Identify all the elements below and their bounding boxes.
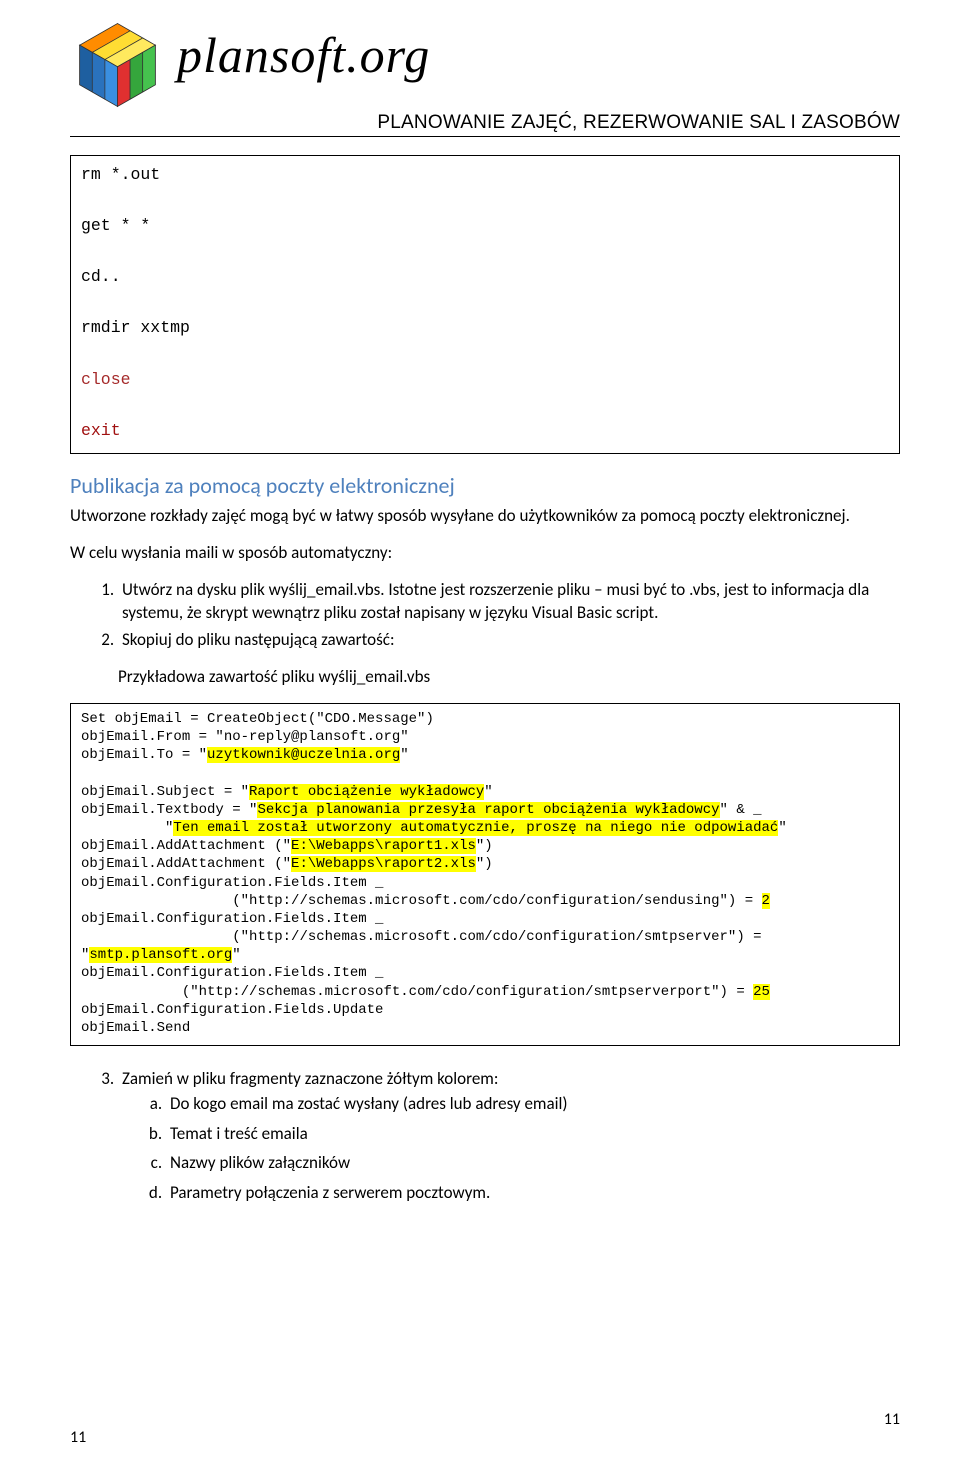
list-item: Skopiuj do pliku następującą zawartość: [118, 629, 900, 652]
code-block-shell: rm *.out get * * cd.. rmdir xxtmp close … [70, 155, 900, 454]
list-item: Nazwy plików załączników [166, 1150, 900, 1176]
page-content: plansoft.org PLANOWANIE ZAJĘĆ, REZERWOWA… [0, 0, 960, 1249]
code-line: exit [81, 421, 121, 440]
list-item: Parametry połączenia z serwerem pocztowy… [166, 1180, 900, 1206]
code-line: objEmail.From = "no-reply@plansoft.org" [81, 729, 409, 745]
intro-paragraph: Utworzone rozkłady zajęć mogą być w łatw… [70, 505, 900, 528]
code-line: ("http://schemas.microsoft.com/cdo/confi… [81, 984, 770, 1000]
code-line: objEmail.Subject = "Raport obciążenie wy… [81, 784, 493, 800]
example-label: Przykładowa zawartość pliku wyślij_email… [118, 666, 900, 689]
code-line: objEmail.Configuration.Fields.Item _ [81, 875, 383, 891]
code-line: get * * [81, 216, 150, 235]
steps-list: Utwórz na dysku plik wyślij_email.vbs. I… [118, 579, 900, 652]
code-line: objEmail.AddAttachment ("E:\Webapps\rapo… [81, 838, 493, 854]
code-line: ("http://schemas.microsoft.com/cdo/confi… [81, 893, 770, 909]
page-number-left: 11 [70, 1428, 86, 1447]
list-item: Do kogo email ma zostać wysłany (adres l… [166, 1091, 900, 1117]
code-line: objEmail.Configuration.Fields.Update [81, 1002, 383, 1018]
logo-cube-icon [70, 20, 165, 110]
header-divider [70, 136, 900, 137]
code-line: cd.. [81, 267, 121, 286]
code-line: ("http://schemas.microsoft.com/cdo/confi… [81, 929, 770, 963]
code-line: rmdir xxtmp [81, 318, 190, 337]
code-line: objEmail.Configuration.Fields.Item _ [81, 911, 383, 927]
code-line: rm *.out [81, 165, 160, 184]
code-line: objEmail.To = "uzytkownik@uczelnia.org" [81, 747, 409, 763]
steps-list-continued: Zamień w pliku fragmenty zaznaczone żółt… [118, 1068, 900, 1205]
list-item: Temat i treść emaila [166, 1121, 900, 1147]
lead-paragraph: W celu wysłania maili w sposób automatyc… [70, 542, 900, 565]
code-line: objEmail.AddAttachment ("E:\Webapps\rapo… [81, 856, 493, 872]
header: plansoft.org [70, 20, 900, 110]
code-line: Set objEmail = CreateObject("CDO.Message… [81, 711, 434, 727]
code-line: objEmail.Send [81, 1020, 190, 1036]
list-item: Utwórz na dysku plik wyślij_email.vbs. I… [118, 579, 900, 625]
code-block-vbs: Set objEmail = CreateObject("CDO.Message… [70, 703, 900, 1046]
brand-text: plansoft.org [177, 26, 430, 84]
page-number-right: 11 [884, 1410, 900, 1429]
code-line: "Ten email został utworzony automatyczni… [81, 820, 787, 836]
code-line: objEmail.Textbody = "Sekcja planowania p… [81, 802, 762, 818]
sub-list: Do kogo email ma zostać wysłany (adres l… [166, 1091, 900, 1205]
code-line: close [81, 370, 131, 389]
list-item: Zamień w pliku fragmenty zaznaczone żółt… [118, 1068, 900, 1205]
header-subtitle: PLANOWANIE ZAJĘĆ, REZERWOWANIE SAL I ZAS… [70, 112, 900, 134]
section-heading: Publikacja za pomocą poczty elektroniczn… [70, 472, 900, 499]
code-line: objEmail.Configuration.Fields.Item _ [81, 965, 383, 981]
